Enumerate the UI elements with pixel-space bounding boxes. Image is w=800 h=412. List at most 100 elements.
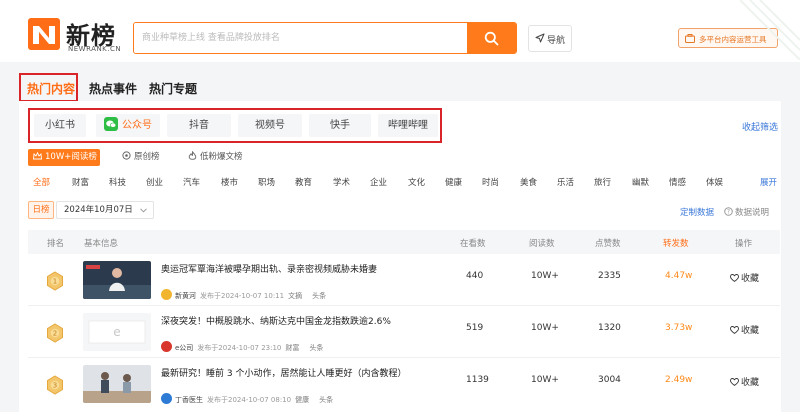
position-tag: 头条: [319, 395, 334, 404]
svg-text:2: 2: [53, 330, 57, 338]
rank-tab-low-fans[interactable]: 低粉爆文榜: [188, 149, 243, 166]
rank-tab-label: 原创榜: [134, 152, 160, 162]
article-title[interactable]: 奥运冠军覃海洋被曝孕期出轨、录亲密视频威胁未婚妻: [161, 262, 377, 275]
account-name[interactable]: e公司: [175, 344, 193, 352]
read-count: 10W+: [531, 375, 559, 385]
rank-tab-10w-reads[interactable]: 10W+阅读榜: [28, 149, 100, 166]
tab-hot-events[interactable]: 热点事件: [89, 80, 137, 97]
category-item[interactable]: 美食: [520, 176, 537, 188]
favorite-label: 收藏: [741, 274, 760, 284]
category-item[interactable]: 体娱: [706, 176, 723, 188]
table-row[interactable]: 3 最新研究！睡前 3 个小动作，居然能让人睡更好（内含教程） 丁香医生 发布于2…: [28, 361, 780, 412]
category-item[interactable]: 职场: [258, 176, 275, 188]
category-tag: 健康: [295, 395, 310, 404]
nav-button-label: 导航: [547, 36, 566, 46]
search-input[interactable]: [134, 23, 468, 53]
expand-categories-link[interactable]: 展开: [760, 176, 777, 188]
favorite-button[interactable]: 收藏: [730, 271, 759, 284]
article-thumbnail[interactable]: [83, 261, 151, 299]
column-actions: 操作: [735, 239, 753, 249]
table-row[interactable]: 1 奥运冠军覃海洋被曝孕期出轨、录亲密视频威胁未婚妻 新黄河 发布于2024-10…: [28, 257, 780, 311]
article-title[interactable]: 最新研究！睡前 3 个小动作，居然能让人睡更好（内含教程）: [161, 366, 406, 379]
category-item[interactable]: 乐活: [557, 176, 574, 188]
article-meta: 新黄河 发布于2024-10-07 10:11 文摘 头条: [161, 285, 327, 300]
column-shares[interactable]: 转发数: [663, 237, 689, 249]
corner-watermark-icon: [740, 0, 800, 60]
category-item[interactable]: 楼市: [221, 176, 238, 188]
heart-icon: [730, 273, 739, 282]
period-tab-daily[interactable]: 日榜: [28, 201, 54, 219]
svg-text:1: 1: [53, 278, 57, 286]
svg-text:?: ?: [727, 209, 730, 216]
category-all[interactable]: 全部: [33, 176, 50, 188]
flame-icon: [188, 150, 197, 160]
category-item[interactable]: 教育: [295, 176, 312, 188]
rank-1-medal-icon: 1: [47, 271, 63, 291]
original-badge-icon: [122, 151, 131, 160]
share-count: 2.49w: [665, 375, 693, 385]
heart-icon: [730, 377, 739, 386]
like-count: 2335: [598, 271, 621, 281]
navigation-arrow-icon: [535, 33, 545, 43]
article-meta: e公司 发布于2024-10-07 23:10 财富 头条: [161, 337, 324, 352]
category-item[interactable]: 汽车: [183, 176, 200, 188]
help-circle-icon: ?: [724, 207, 733, 216]
column-basic-info: 基本信息: [84, 239, 119, 249]
article-thumbnail[interactable]: [83, 365, 151, 403]
rank-tab-original[interactable]: 原创榜: [122, 149, 160, 166]
publish-time: 发布于2024-10-07 10:11: [200, 291, 285, 300]
publish-time: 发布于2024-10-07 23:10: [197, 343, 282, 352]
category-item[interactable]: 财富: [72, 176, 89, 188]
category-item[interactable]: 情感: [669, 176, 686, 188]
account-avatar: [161, 393, 172, 404]
search-bar: [133, 22, 517, 54]
article-title[interactable]: 深夜突发！中概股跳水、纳斯达克中国金龙指数跌逾2.6%: [161, 314, 391, 327]
category-item[interactable]: 创业: [146, 176, 163, 188]
category-item[interactable]: 科技: [109, 176, 126, 188]
column-rank: 排名: [47, 239, 65, 249]
rank-3-medal-icon: 3: [47, 375, 63, 395]
category-item[interactable]: 幽默: [632, 176, 649, 188]
favorite-label: 收藏: [741, 378, 760, 388]
search-button[interactable]: [467, 23, 516, 53]
account-name[interactable]: 新黄河: [175, 292, 196, 300]
position-tag: 头条: [312, 291, 327, 300]
chevron-down-icon: [140, 208, 147, 213]
collapse-filter-link[interactable]: 收起筛选: [742, 120, 778, 133]
column-watching[interactable]: 在看数: [460, 237, 486, 249]
category-tag: 财富: [285, 343, 300, 352]
data-help-label: 数据说明: [735, 208, 770, 218]
column-likes[interactable]: 点赞数: [595, 237, 621, 249]
platform-highlight-box: [28, 108, 442, 143]
logo-subtitle: NEWRANK.CN: [68, 45, 122, 53]
category-item[interactable]: 健康: [445, 176, 462, 188]
tab-hot-topics[interactable]: 热门专题: [149, 80, 197, 97]
category-item[interactable]: 学术: [333, 176, 350, 188]
publish-time: 发布于2024-10-07 08:10: [207, 395, 292, 404]
category-item[interactable]: 时尚: [482, 176, 499, 188]
data-help-link[interactable]: ? 数据说明: [724, 206, 769, 218]
read-count: 10W+: [531, 323, 559, 333]
account-name[interactable]: 丁香医生: [175, 396, 203, 404]
logo[interactable]: 新榜 NEWRANK.CN: [28, 18, 124, 56]
date-picker[interactable]: 2024年10月07日: [56, 201, 154, 219]
nav-button[interactable]: 导航: [528, 25, 572, 52]
account-avatar: [161, 341, 172, 352]
favorite-button[interactable]: 收藏: [730, 375, 759, 388]
row-divider: [28, 357, 780, 358]
position-tag: 头条: [309, 343, 324, 352]
table-row[interactable]: 2 e 深夜突发！中概股跳水、纳斯达克中国金龙指数跌逾2.6% e公司 发布于20…: [28, 309, 780, 363]
read-count: 10W+: [531, 271, 559, 281]
column-reads[interactable]: 阅读数: [529, 237, 555, 249]
account-avatar: [161, 289, 172, 300]
category-item[interactable]: 文化: [408, 176, 425, 188]
custom-data-link[interactable]: 定制数据: [680, 206, 714, 218]
favorite-label: 收藏: [741, 326, 760, 336]
category-item[interactable]: 企业: [370, 176, 387, 188]
heart-icon: [730, 325, 739, 334]
favorite-button[interactable]: 收藏: [730, 323, 759, 336]
category-item[interactable]: 旅行: [594, 176, 611, 188]
article-thumbnail[interactable]: e: [83, 313, 151, 351]
like-count: 1320: [598, 323, 621, 333]
share-count: 3.73w: [665, 323, 693, 333]
